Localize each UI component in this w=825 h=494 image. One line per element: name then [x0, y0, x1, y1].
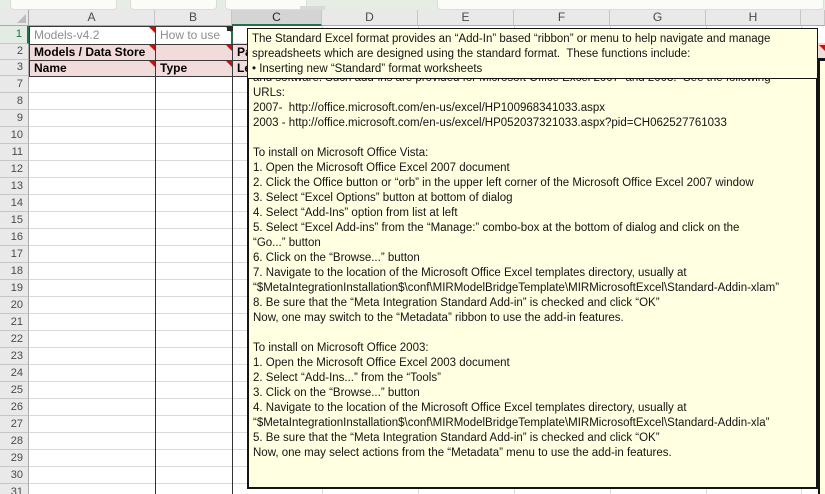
comment-instructions-text: and software. Such add-ins are provided … [253, 71, 779, 461]
row-header-10[interactable]: 10 [0, 127, 29, 144]
cell-B3[interactable]: Type [155, 60, 233, 77]
row-header-11[interactable]: 11 [0, 144, 29, 161]
cell-B2[interactable] [155, 44, 233, 61]
row-header-14[interactable]: 14 [0, 195, 29, 212]
cell-A1[interactable]: Models-v4.2 [29, 26, 156, 45]
comment-indicator-icon [226, 61, 232, 67]
row-header-2[interactable]: 2 [0, 44, 29, 60]
select-all-corner[interactable] [0, 10, 29, 26]
comment-indicator-icon [226, 45, 232, 51]
comment-overview-text: The Standard Excel format provides an “A… [252, 32, 770, 77]
comment-box-instructions[interactable]: and software. Such add-ins are provided … [247, 33, 818, 489]
row-header-1[interactable]: 1 [0, 26, 29, 44]
column-header-C[interactable]: C [232, 10, 322, 26]
row-header-28[interactable]: 28 [0, 433, 29, 450]
row-header-16[interactable]: 16 [0, 229, 29, 246]
row-header-18[interactable]: 18 [0, 263, 29, 280]
column-header-F[interactable]: F [514, 10, 610, 26]
row-header-21[interactable]: 21 [0, 314, 29, 331]
cell-A3[interactable]: Name [29, 60, 156, 77]
column-header-H[interactable]: H [706, 10, 801, 26]
comment-indicator-icon [819, 45, 825, 51]
comment-anchor-icon [227, 26, 233, 31]
column-header-G[interactable]: G [610, 10, 706, 26]
select-all-triangle-icon [17, 14, 26, 23]
column-header-partial[interactable] [801, 10, 825, 26]
row-header-15[interactable]: 15 [0, 212, 29, 229]
formula-bar-edge [0, 0, 825, 10]
cell-A2[interactable]: Models / Data Store [29, 44, 156, 61]
comment-box-overview[interactable]: The Standard Excel format provides an “A… [247, 28, 818, 79]
formula-input-edge [437, 0, 824, 10]
row-header-26[interactable]: 26 [0, 399, 29, 416]
row-header-30[interactable]: 30 [0, 467, 29, 484]
row-header-24[interactable]: 24 [0, 365, 29, 382]
column-header-A[interactable]: A [29, 10, 155, 26]
toolbar-pill [225, 0, 307, 10]
comment-box-behind[interactable] [818, 58, 825, 494]
row-header-29[interactable]: 29 [0, 450, 29, 467]
row-header-20[interactable]: 20 [0, 297, 29, 314]
table-border-vertical [155, 26, 156, 494]
row-header-27[interactable]: 27 [0, 416, 29, 433]
row-header-13[interactable]: 13 [0, 178, 29, 195]
row-header-12[interactable]: 12 [0, 161, 29, 178]
row-header-23[interactable]: 23 [0, 348, 29, 365]
excel-window: Models-v4.2 How to use Models / Data Sto… [0, 0, 825, 494]
toolbar-pill [130, 0, 217, 10]
row-header-8[interactable]: 8 [0, 93, 29, 110]
row-header-25[interactable]: 25 [0, 382, 29, 399]
row-header-19[interactable]: 19 [0, 280, 29, 297]
row-header-9[interactable]: 9 [0, 110, 29, 127]
table-border-vertical [232, 26, 233, 494]
comment-indicator-icon [149, 45, 155, 51]
column-header-D[interactable]: D [322, 10, 418, 26]
comment-indicator-icon [149, 61, 155, 67]
column-header-B[interactable]: B [155, 10, 232, 26]
row-header-22[interactable]: 22 [0, 331, 29, 348]
row-header-3[interactable]: 3 [0, 60, 29, 76]
comment-indicator-icon [149, 27, 155, 33]
row-header-17[interactable]: 17 [0, 246, 29, 263]
row-header-7[interactable]: 7 [0, 76, 29, 93]
cell-B1[interactable]: How to use [155, 26, 233, 45]
column-header-E[interactable]: E [418, 10, 514, 26]
name-box-edge [10, 0, 117, 10]
row-header-31[interactable]: 31 [0, 484, 29, 494]
